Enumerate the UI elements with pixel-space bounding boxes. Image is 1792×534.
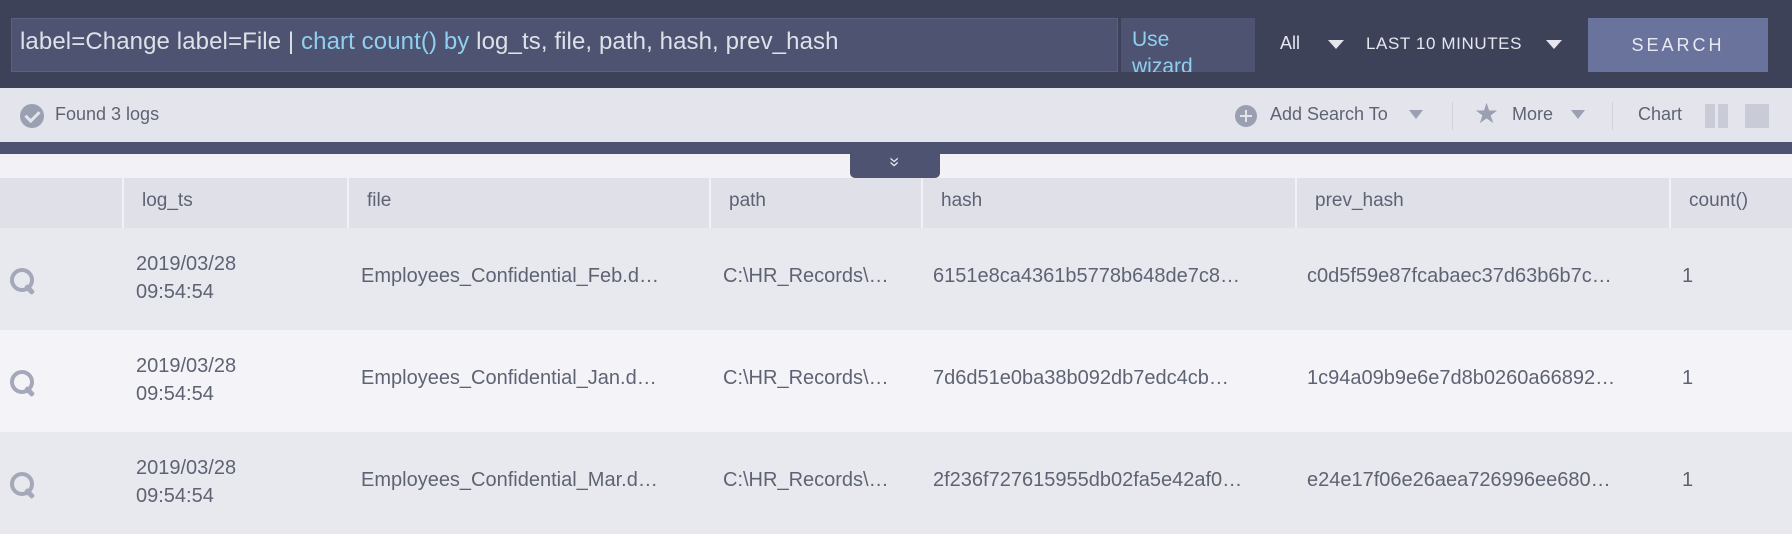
table-row[interactable]: 2019/03/28 09:54:54 Employees_Confidenti…	[0, 228, 1792, 330]
cell-log-ts: 2019/03/28 09:54:54	[136, 457, 237, 507]
query-input[interactable]: label=Change label=File | chart count() …	[11, 18, 1118, 72]
query-keyword-chart: chart count()	[301, 28, 438, 55]
search-icon[interactable]	[10, 370, 36, 396]
column-header-path[interactable]: path	[709, 178, 921, 228]
double-chevron-down-icon[interactable]: »	[850, 152, 940, 178]
scope-select[interactable]: All	[1280, 33, 1300, 54]
query-text[interactable]: label=Change label=File | chart count() …	[20, 28, 839, 56]
column-header-count[interactable]: count()	[1669, 178, 1792, 228]
cell-count: 1	[1682, 265, 1694, 287]
more-button[interactable]: More	[1512, 104, 1553, 125]
star-icon[interactable]: ★	[1474, 100, 1499, 128]
cell-file: Employees_Confidential_Feb.d…	[361, 265, 659, 287]
query-keyword-by: by	[443, 28, 470, 55]
query-part-1: label=Change label=File |	[20, 28, 302, 55]
column-header-file[interactable]: file	[347, 178, 709, 228]
chevron-down-icon[interactable]	[1546, 40, 1562, 49]
time-range-select[interactable]: LAST 10 MINUTES	[1366, 34, 1522, 54]
cell-prev-hash: c0d5f59e87fcabaec37d63b6b7c…	[1307, 265, 1612, 287]
collapse-glyph: »	[884, 156, 905, 168]
check-circle-icon	[20, 104, 44, 128]
search-icon[interactable]	[10, 268, 36, 294]
chevron-down-icon[interactable]	[1571, 110, 1585, 119]
cell-hash: 2f236f727615955db02fa5e42af0…	[933, 469, 1243, 491]
column-header-hash[interactable]: hash	[921, 178, 1295, 228]
cell-prev-hash: e24e17f06e26aea726996ee680…	[1307, 469, 1611, 491]
single-view-icon[interactable]	[1745, 104, 1769, 128]
chevron-down-icon[interactable]	[1409, 110, 1423, 119]
use-wizard-label: Use wizard	[1132, 28, 1193, 72]
status-bar: Found 3 logs Add Search To ★ More Chart	[0, 88, 1792, 142]
cell-hash: 7d6d51e0ba38b092db7edc4cb…	[933, 367, 1229, 389]
split-view-icon[interactable]	[1705, 104, 1729, 128]
cell-file: Employees_Confidential_Jan.d…	[361, 367, 657, 389]
cell-prev-hash: 1c94a09b9e6e7d8b0260a66892…	[1307, 367, 1616, 389]
results-table-header: log_ts file path hash prev_hash count()	[0, 178, 1792, 228]
search-bar: label=Change label=File | chart count() …	[0, 0, 1792, 88]
cell-path: C:\HR_Records\…	[723, 265, 889, 287]
cell-path: C:\HR_Records\…	[723, 367, 889, 389]
cell-count: 1	[1682, 469, 1694, 491]
column-header-log-ts[interactable]: log_ts	[122, 178, 347, 228]
table-row[interactable]: 2019/03/28 09:54:54 Employees_Confidenti…	[0, 330, 1792, 432]
chevron-down-icon[interactable]	[1328, 40, 1344, 49]
plus-circle-icon[interactable]	[1235, 105, 1257, 127]
cell-hash: 6151e8ca4361b5778b648de7c8…	[933, 265, 1240, 287]
divider	[1612, 102, 1613, 130]
use-wizard-link[interactable]: Use wizard	[1121, 18, 1255, 72]
cell-count: 1	[1682, 367, 1694, 389]
cell-file: Employees_Confidential_Mar.d…	[361, 469, 658, 491]
query-part-3: log_ts, file, path, hash, prev_hash	[469, 28, 839, 55]
chart-label: Chart	[1638, 104, 1683, 124]
cell-log-ts: 2019/03/28 09:54:54	[136, 253, 237, 303]
search-icon[interactable]	[10, 472, 36, 498]
results-count: Found 3 logs	[55, 104, 160, 124]
divider	[1452, 102, 1453, 130]
table-row[interactable]: 2019/03/28 09:54:54 Employees_Confidenti…	[0, 432, 1792, 534]
search-button[interactable]: SEARCH	[1588, 18, 1768, 72]
column-header-prev-hash[interactable]: prev_hash	[1295, 178, 1669, 228]
cell-path: C:\HR_Records\…	[723, 469, 889, 491]
query-part-2	[437, 28, 444, 55]
cell-log-ts: 2019/03/28 09:54:54	[136, 355, 237, 405]
add-search-to-button[interactable]: Add Search To	[1270, 104, 1388, 125]
